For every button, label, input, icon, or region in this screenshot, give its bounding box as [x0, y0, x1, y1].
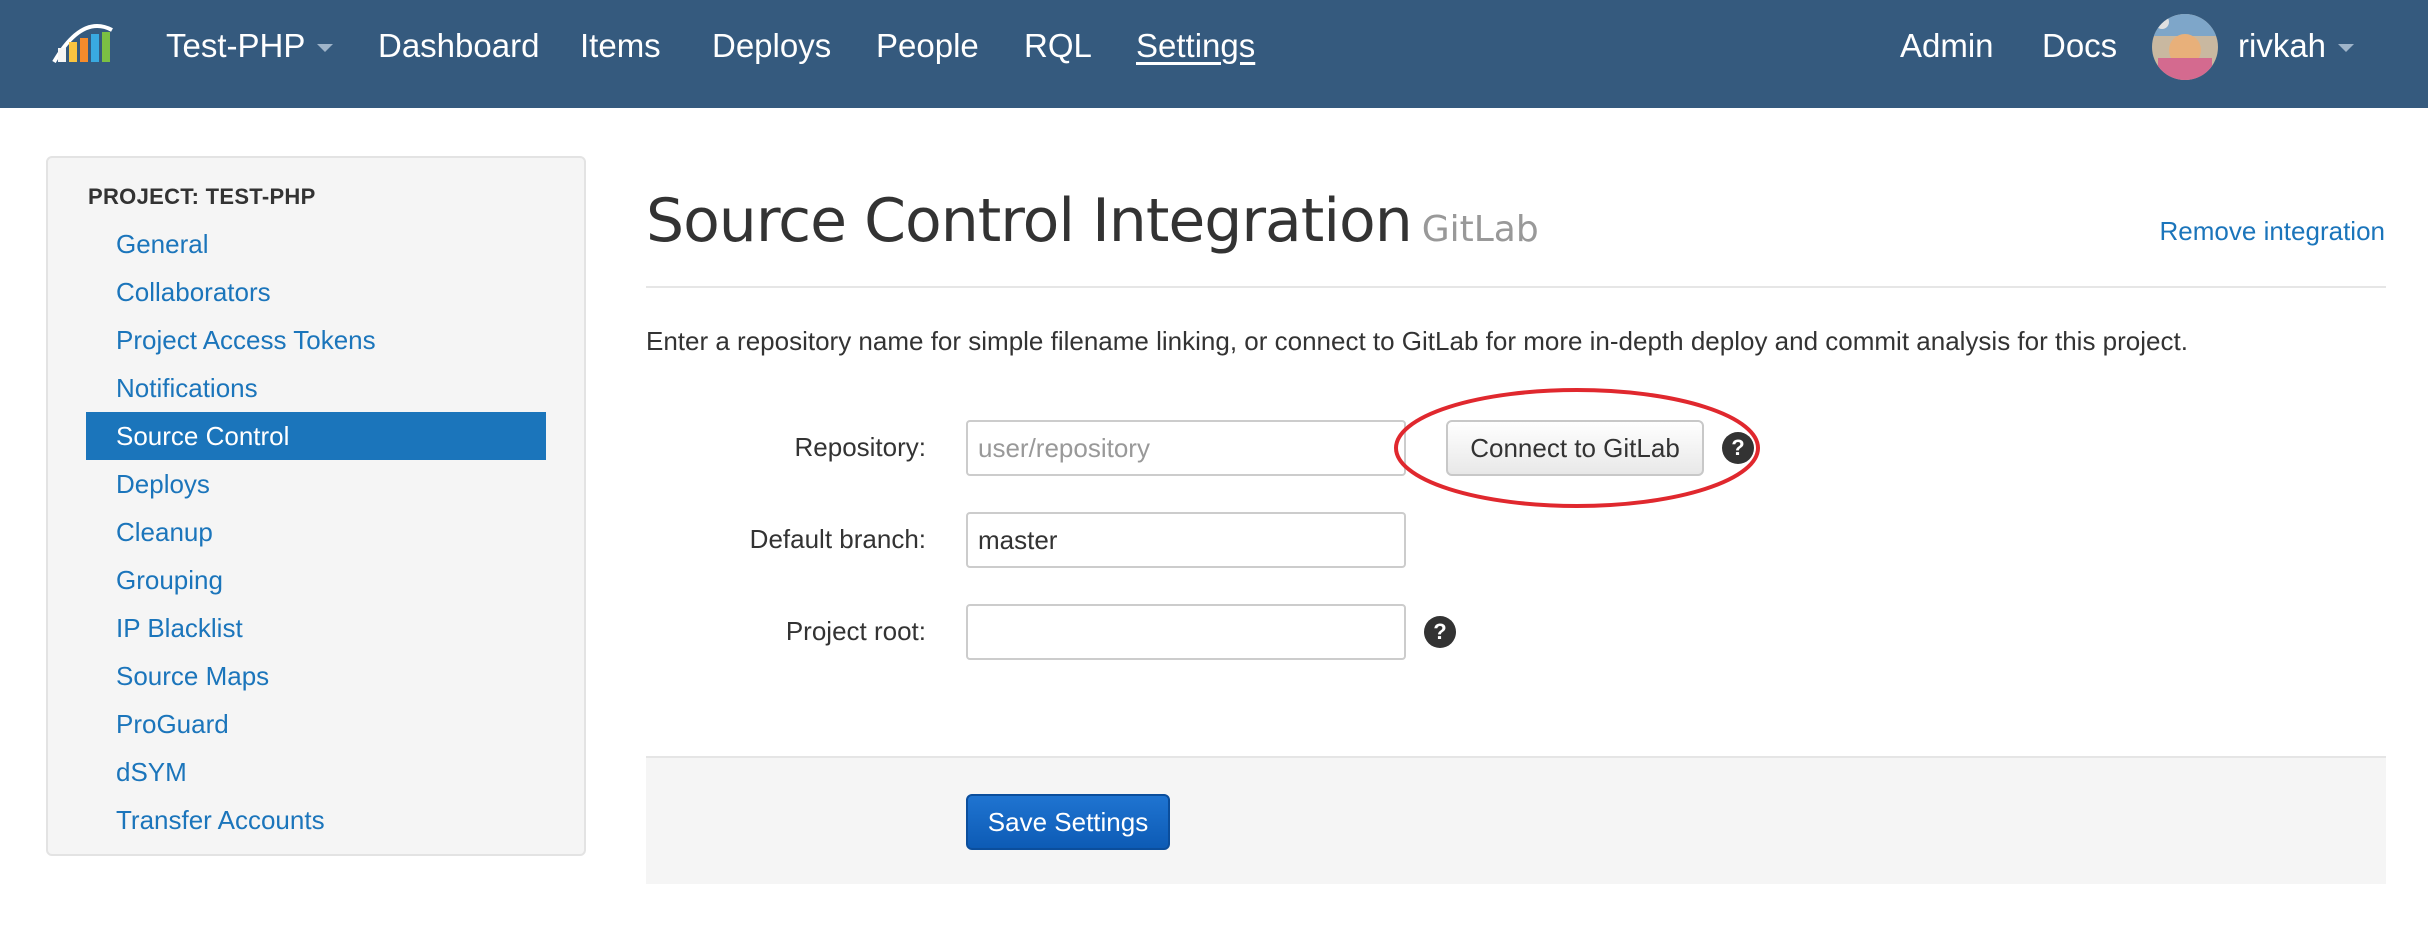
repository-input[interactable] — [966, 420, 1406, 476]
project-name: Test-PHP — [166, 27, 306, 64]
sidebar-item-notifications[interactable]: Notifications — [86, 364, 546, 412]
remove-integration-link[interactable]: Remove integration — [2160, 216, 2385, 247]
sidebar-item-ip-blacklist[interactable]: IP Blacklist — [86, 604, 546, 652]
sidebar-item-source-control[interactable]: Source Control — [86, 412, 546, 460]
nav-admin[interactable]: Admin — [1900, 26, 1994, 66]
sidebar-item-general[interactable]: General — [86, 220, 546, 268]
header-divider — [646, 286, 2386, 288]
project-root-input[interactable] — [966, 604, 1406, 660]
nav-settings[interactable]: Settings — [1136, 26, 1255, 66]
sidebar-item-proguard[interactable]: ProGuard — [86, 700, 546, 748]
nav-dashboard[interactable]: Dashboard — [378, 26, 539, 66]
page-title: Source Control Integration GitLab — [646, 186, 1539, 256]
project-switcher[interactable]: Test-PHP — [166, 26, 334, 66]
project-root-label: Project root: — [785, 616, 926, 646]
question-circle-icon[interactable]: ? — [1424, 616, 1456, 648]
chevron-down-icon — [2338, 44, 2355, 53]
sidebar-item-project-access-tokens[interactable]: Project Access Tokens — [86, 316, 546, 364]
form-actions-bar: Save Settings — [646, 756, 2386, 884]
user-menu[interactable]: rivkah — [2238, 26, 2355, 66]
integration-description: Enter a repository name for simple filen… — [646, 326, 2188, 356]
nav-deploys[interactable]: Deploys — [712, 26, 831, 66]
sidebar-item-transfer-accounts[interactable]: Transfer Accounts — [86, 796, 546, 844]
repository-label: Repository: — [794, 432, 927, 462]
annotation-circle — [1394, 388, 1760, 508]
settings-sidebar: PROJECT: TEST-PHP General Collaborators … — [46, 156, 586, 856]
chevron-down-icon — [317, 44, 334, 53]
nav-rql[interactable]: RQL — [1024, 26, 1092, 66]
avatar-image — [2152, 14, 2218, 80]
sidebar-item-grouping[interactable]: Grouping — [86, 556, 546, 604]
nav-items[interactable]: Items — [580, 26, 661, 66]
default-branch-input[interactable] — [966, 512, 1406, 568]
page-title-text: Source Control Integration — [646, 186, 1413, 256]
nav-people[interactable]: People — [876, 26, 979, 66]
sidebar-item-deploys[interactable]: Deploys — [86, 460, 546, 508]
sidebar-item-dsym[interactable]: dSYM — [86, 748, 546, 796]
nav-docs[interactable]: Docs — [2042, 26, 2117, 66]
sidebar-item-source-maps[interactable]: Source Maps — [86, 652, 546, 700]
default-branch-label: Default branch: — [749, 524, 926, 554]
rollbar-logo-icon[interactable] — [52, 22, 114, 64]
page-subtitle: GitLab — [1421, 209, 1539, 250]
username: rivkah — [2238, 27, 2327, 64]
user-avatar[interactable] — [2152, 14, 2218, 80]
top-navbar: Test-PHP Dashboard Items Deploys People … — [0, 0, 2428, 108]
save-settings-button[interactable]: Save Settings — [966, 794, 1170, 850]
sidebar-item-cleanup[interactable]: Cleanup — [86, 508, 546, 556]
sidebar-header: PROJECT: TEST-PHP — [88, 184, 316, 209]
sidebar-item-collaborators[interactable]: Collaborators — [86, 268, 546, 316]
